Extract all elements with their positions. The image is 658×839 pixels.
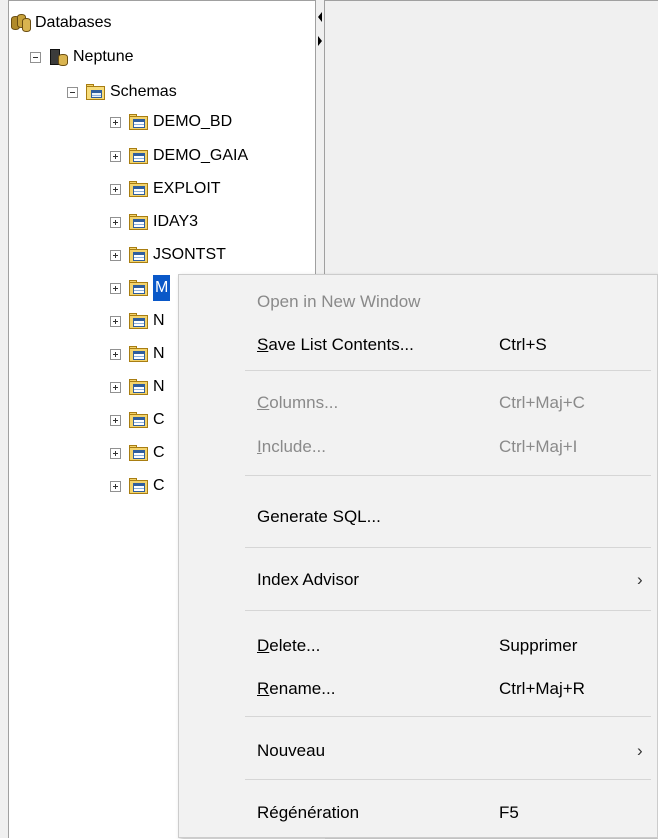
tree-node-label: DEMO_BD xyxy=(153,113,233,130)
tree-node-schema[interactable]: N xyxy=(110,341,165,367)
tree-node-schema[interactable]: C xyxy=(110,440,165,466)
expand-toggle-icon[interactable] xyxy=(110,183,121,195)
tree-node-label: N xyxy=(153,345,165,362)
expand-toggle-icon[interactable] xyxy=(110,116,121,128)
server-icon xyxy=(49,48,69,66)
tree-node-label: N xyxy=(153,378,165,395)
menu-item-shortcut: Ctrl+Maj+R xyxy=(499,679,585,698)
expand-toggle-icon[interactable] xyxy=(110,480,121,492)
tree-node-label: M xyxy=(153,275,171,301)
databases-icon xyxy=(11,14,31,32)
expand-toggle-icon[interactable] xyxy=(110,216,121,228)
schema-folder-icon xyxy=(129,246,149,264)
tree-node-databases[interactable]: Databases xyxy=(11,10,112,36)
menu-item-shortcut: F5 xyxy=(499,803,519,822)
menu-item-delete[interactable]: Delete... Supprimer xyxy=(179,626,657,666)
collapse-toggle-icon[interactable] xyxy=(67,86,78,98)
menu-item-nouveau[interactable]: Nouveau › xyxy=(179,731,657,771)
tree-node-label: C xyxy=(153,477,165,494)
menu-item-label: Rename... xyxy=(257,679,336,698)
schema-folder-icon xyxy=(129,345,149,363)
expand-toggle-icon[interactable] xyxy=(110,381,121,393)
menu-separator xyxy=(245,779,651,780)
tree-node-label: IDAY3 xyxy=(153,213,199,230)
tree-node-label: EXPLOIT xyxy=(153,180,221,197)
menu-item-generate-sql[interactable]: Generate SQL... xyxy=(179,497,657,537)
submenu-arrow-icon: › xyxy=(637,570,643,589)
tree-node-schema[interactable]: DEMO_GAIA xyxy=(110,143,248,169)
menu-separator xyxy=(245,716,651,717)
schema-folder-icon xyxy=(129,213,149,231)
schema-folder-icon xyxy=(129,411,149,429)
tree-node-label: N xyxy=(153,312,165,329)
menu-item-include[interactable]: Include... Ctrl+Maj+I xyxy=(179,427,657,467)
menu-item-regeneration[interactable]: Régénération F5 xyxy=(179,793,657,833)
tree-node-schema[interactable]: C xyxy=(110,473,165,499)
tree-node-label: Databases xyxy=(35,14,112,31)
menu-item-shortcut: Ctrl+Maj+I xyxy=(499,437,578,456)
schema-folder-icon xyxy=(129,180,149,198)
tree-node-schema[interactable]: DEMO_BD xyxy=(110,109,232,135)
expand-toggle-icon[interactable] xyxy=(110,447,121,459)
menu-item-label: Régénération xyxy=(257,803,360,822)
menu-item-shortcut: Ctrl+Maj+C xyxy=(499,393,585,412)
tree-node-schema[interactable]: IDAY3 xyxy=(110,209,198,235)
menu-item-label: Include... xyxy=(257,437,326,456)
window-frame-left xyxy=(0,0,9,838)
expand-toggle-icon[interactable] xyxy=(110,414,121,426)
menu-item-label: Delete... xyxy=(257,636,321,655)
menu-item-label: Index Advisor xyxy=(257,570,360,589)
context-menu: Open in New Window Save List Contents...… xyxy=(178,274,658,838)
collapse-left-arrow-icon[interactable] xyxy=(318,12,322,22)
menu-item-label: Generate SQL... xyxy=(257,507,381,526)
tree-node-label: DEMO_GAIA xyxy=(153,147,249,164)
tree-node-schema[interactable]: C xyxy=(110,407,165,433)
menu-separator xyxy=(245,610,651,611)
tree-node-server-neptune[interactable]: Neptune xyxy=(30,44,134,70)
menu-item-save-list-contents[interactable]: Save List Contents... Ctrl+S xyxy=(179,325,657,365)
schema-folder-icon xyxy=(129,444,149,462)
menu-item-shortcut: Supprimer xyxy=(499,636,578,655)
expand-toggle-icon[interactable] xyxy=(110,249,121,261)
menu-separator xyxy=(245,475,651,476)
tree-node-label: Schemas xyxy=(110,83,177,100)
expand-toggle-icon[interactable] xyxy=(110,150,121,162)
submenu-arrow-icon: › xyxy=(637,741,643,760)
expand-toggle-icon[interactable] xyxy=(110,282,121,294)
menu-item-label: Columns... xyxy=(257,393,339,412)
tree-node-schema[interactable]: N xyxy=(110,374,165,400)
schema-folder-icon xyxy=(129,113,149,131)
menu-item-label: Nouveau xyxy=(257,741,326,760)
schema-folder-icon xyxy=(129,378,149,396)
tree-node-label: JSONTST xyxy=(153,246,226,263)
tree-node-schema[interactable]: JSONTST xyxy=(110,242,226,268)
tree-node-label: Neptune xyxy=(73,48,134,65)
tree-node-schemas[interactable]: Schemas xyxy=(67,79,177,105)
menu-item-label: Open in New Window xyxy=(257,292,421,311)
expand-toggle-icon[interactable] xyxy=(110,348,121,360)
schema-folder-icon xyxy=(129,477,149,495)
menu-item-rename[interactable]: Rename... Ctrl+Maj+R xyxy=(179,669,657,709)
schema-folder-icon xyxy=(129,279,149,297)
tree-node-schema-selected[interactable]: M xyxy=(110,275,171,301)
menu-separator xyxy=(245,547,651,548)
collapse-toggle-icon[interactable] xyxy=(30,51,41,63)
menu-item-columns[interactable]: Columns... Ctrl+Maj+C xyxy=(179,383,657,423)
menu-item-open-in-new-window[interactable]: Open in New Window xyxy=(179,282,657,322)
schemas-folder-icon xyxy=(86,83,106,101)
schema-folder-icon xyxy=(129,147,149,165)
menu-item-shortcut: Ctrl+S xyxy=(499,335,547,354)
menu-item-index-advisor[interactable]: Index Advisor › xyxy=(179,560,657,600)
tree-node-label: C xyxy=(153,411,165,428)
expand-right-arrow-icon[interactable] xyxy=(318,36,322,46)
menu-item-label: Save List Contents... xyxy=(257,335,414,354)
tree-node-schema[interactable]: EXPLOIT xyxy=(110,176,221,202)
tree-node-label: C xyxy=(153,444,165,461)
menu-separator xyxy=(245,370,651,371)
tree-node-schema[interactable]: N xyxy=(110,308,165,334)
expand-toggle-icon[interactable] xyxy=(110,315,121,327)
schema-folder-icon xyxy=(129,312,149,330)
